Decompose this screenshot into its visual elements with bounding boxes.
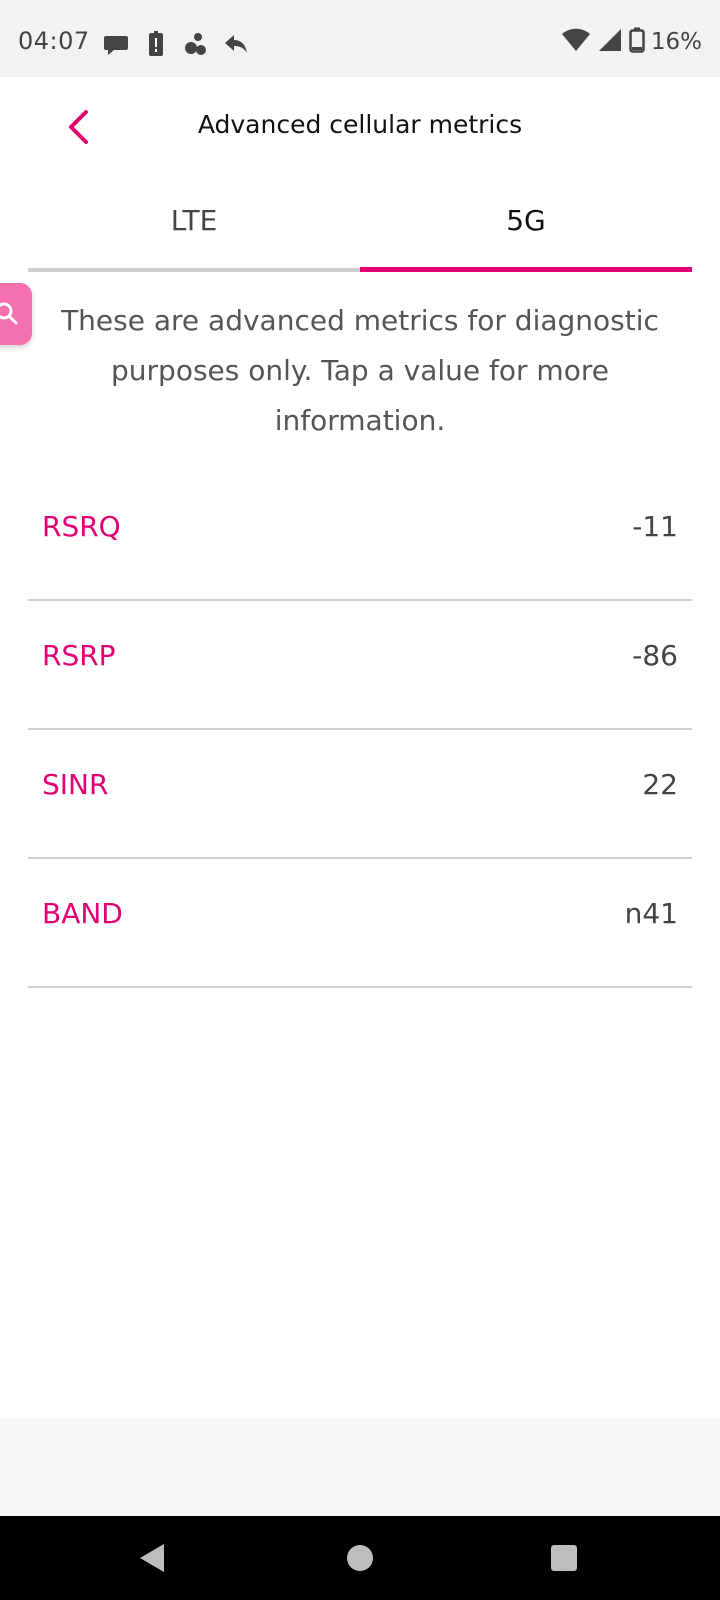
metric-label: SINR	[42, 768, 109, 801]
network-tabs: LTE 5G	[28, 190, 692, 274]
nav-home-button[interactable]	[340, 1538, 380, 1578]
metric-value[interactable]: 22	[642, 768, 678, 801]
wifi-icon	[561, 27, 591, 57]
recents-square-icon	[551, 1545, 577, 1571]
metric-label: BAND	[42, 897, 123, 930]
metric-row-rsrq[interactable]: RSRQ -11	[28, 472, 692, 601]
metric-label: RSRP	[42, 639, 116, 672]
app-notification-icon	[182, 30, 210, 58]
back-triangle-icon	[140, 1544, 164, 1572]
metric-value[interactable]: -86	[632, 639, 678, 672]
metric-row-sinr[interactable]: SINR 22	[28, 730, 692, 859]
status-time: 04:07	[18, 27, 90, 55]
battery-icon	[629, 27, 645, 57]
nav-recents-button[interactable]	[544, 1538, 584, 1578]
reply-icon	[222, 30, 250, 58]
cell-signal-icon	[597, 27, 623, 57]
tab-5g[interactable]: 5G	[360, 190, 692, 274]
notification-icons	[102, 30, 250, 58]
battery-percent: 16%	[650, 29, 702, 55]
floating-search-button[interactable]	[0, 283, 32, 345]
metric-row-rsrp[interactable]: RSRP -86	[28, 601, 692, 730]
description-text: These are advanced metrics for diagnosti…	[61, 304, 659, 437]
system-status: 16%	[561, 27, 702, 57]
metric-row-band[interactable]: BAND n41	[28, 859, 692, 988]
metric-value[interactable]: n41	[625, 897, 678, 930]
alert-battery-icon	[142, 30, 170, 58]
status-bar: 04:07 16%	[0, 0, 720, 77]
system-nav-bar	[0, 1516, 720, 1600]
metric-value[interactable]: -11	[632, 510, 678, 543]
tab-lte[interactable]: LTE	[28, 190, 360, 274]
metrics-list: RSRQ -11 RSRP -86 SINR 22 BAND n41	[28, 472, 692, 988]
app-header: Advanced cellular metrics	[0, 77, 720, 177]
tab-selected-indicator	[360, 267, 692, 272]
search-icon	[0, 302, 18, 325]
page-title: Advanced cellular metrics	[197, 110, 523, 139]
nav-back-button[interactable]	[134, 1538, 174, 1578]
metric-label: RSRQ	[42, 510, 121, 543]
bottom-panel	[0, 1418, 720, 1516]
message-bubble-icon	[102, 30, 130, 58]
home-circle-icon	[347, 1545, 373, 1571]
